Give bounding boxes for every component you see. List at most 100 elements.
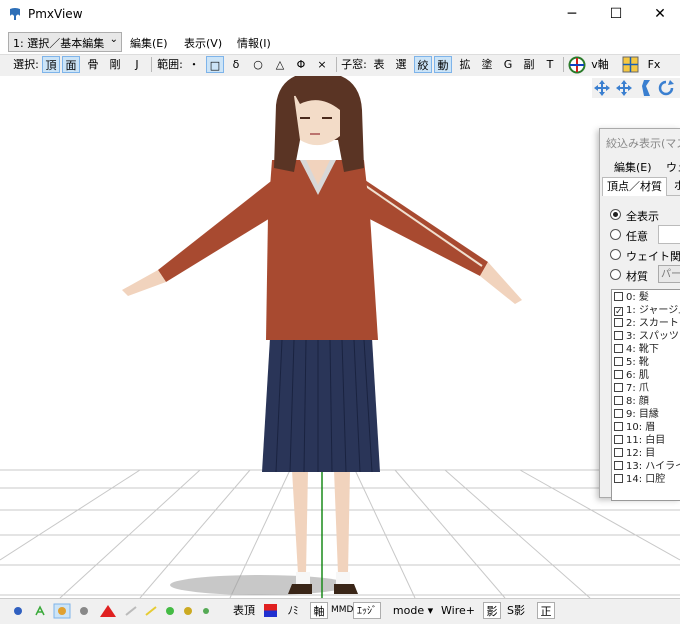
list-item[interactable]: 2: スカート — [614, 317, 679, 330]
front-view-button[interactable]: 正 — [537, 602, 555, 619]
menu-info[interactable]: 情報(I) — [237, 35, 271, 51]
filter-menu-weight[interactable]: ウェ — [666, 159, 680, 175]
axis-gizmo-icon[interactable] — [568, 56, 586, 74]
fx-button[interactable]: Fx — [644, 56, 664, 73]
list-item[interactable]: 5: 靴 — [614, 356, 649, 369]
child-sub-button[interactable]: 副 — [520, 56, 538, 73]
child-move-button[interactable]: 動 — [434, 56, 452, 73]
list-item[interactable]: 6: 肌 — [614, 369, 649, 382]
range-rect-button[interactable]: □ — [206, 56, 224, 73]
arbitrary-input[interactable] — [658, 225, 680, 244]
close-button[interactable]: ✕ — [640, 0, 680, 28]
mmd-button[interactable]: MMD — [331, 602, 353, 619]
maximize-button[interactable]: ☐ — [596, 0, 636, 28]
list-item[interactable]: 8: 顔 — [614, 395, 649, 408]
list-item[interactable]: 12: 目 — [614, 447, 655, 460]
child-select-button[interactable]: 選 — [392, 56, 410, 73]
checkbox[interactable] — [614, 448, 623, 457]
range-delta-button[interactable]: δ — [228, 56, 244, 73]
shadow-button[interactable]: 影 — [483, 602, 501, 619]
list-item[interactable]: 14: 口腔 — [614, 473, 665, 486]
filter-menu-edit[interactable]: 編集(E) — [614, 159, 652, 175]
axis-button[interactable]: 軸 — [310, 602, 328, 619]
edge-button[interactable]: ｴｯｼﾞ — [353, 602, 381, 619]
grid-toggle-icon[interactable] — [622, 56, 639, 73]
checkbox[interactable] — [614, 292, 623, 301]
range-triangle-button[interactable]: △ — [272, 56, 288, 73]
bottom-display-toggle-icons[interactable] — [10, 603, 210, 619]
checkbox[interactable] — [614, 318, 623, 327]
tab-bone[interactable]: ボ — [670, 177, 680, 195]
list-item[interactable]: 9: 目縁 — [614, 408, 659, 421]
checkbox[interactable] — [614, 422, 623, 431]
material-list[interactable]: 0: 髪 ✓1: ジャージ上 2: スカート 3: スパッツ 4: 靴下 5: … — [611, 289, 680, 501]
checkbox[interactable] — [614, 396, 623, 405]
view-navigation-icons[interactable] — [592, 78, 680, 98]
range-point-button[interactable]: ・ — [186, 56, 202, 73]
list-item[interactable]: 3: スパッツ — [614, 330, 679, 343]
checkbox[interactable] — [614, 357, 623, 366]
checkbox-checked[interactable]: ✓ — [614, 307, 623, 317]
table-vertex-button[interactable]: 表頂 — [232, 602, 256, 619]
chevron-down-icon: ⌄ — [109, 34, 118, 45]
app-icon — [10, 8, 20, 20]
window-title: PmxView — [28, 7, 83, 21]
child-t-button[interactable]: T — [542, 56, 558, 73]
select-joint-button[interactable]: J — [128, 56, 146, 73]
checkbox[interactable] — [614, 370, 623, 379]
material-parts-button[interactable]: パー — [658, 265, 680, 283]
range-circle-button[interactable]: ○ — [250, 56, 266, 73]
radio-show-all[interactable] — [610, 209, 621, 220]
model-scene — [0, 76, 680, 598]
toolbar-divider — [151, 57, 152, 72]
radio-arbitrary[interactable] — [610, 229, 621, 240]
list-item[interactable]: ✓1: ジャージ上 — [614, 304, 680, 317]
mode-select-value: 1: 選択／基本編集 — [13, 37, 105, 50]
child-window-label: 子窓: — [341, 58, 367, 71]
range-label: 範囲: — [157, 58, 183, 71]
list-item[interactable]: 0: 髪 — [614, 291, 649, 304]
list-item[interactable]: 4: 靴下 — [614, 343, 659, 356]
child-table-button[interactable]: 表 — [370, 56, 388, 73]
checkbox[interactable] — [614, 474, 623, 483]
checkbox[interactable] — [614, 383, 623, 392]
mode-select[interactable]: 1: 選択／基本編集 ⌄ — [8, 32, 122, 52]
child-g-button[interactable]: G — [500, 56, 516, 73]
child-scale-button[interactable]: 拡 — [456, 56, 474, 73]
radio-weight-related[interactable] — [610, 249, 621, 260]
checkbox[interactable] — [614, 409, 623, 418]
3d-viewport[interactable] — [0, 76, 680, 598]
list-item[interactable]: 13: ハイライト — [614, 460, 680, 473]
select-label: 選択: — [13, 58, 39, 71]
nomi-button[interactable]: ﾉﾐ — [283, 602, 303, 619]
checkbox[interactable] — [614, 344, 623, 353]
minimize-button[interactable]: ─ — [552, 0, 592, 28]
select-rigid-button[interactable]: 剛 — [106, 56, 124, 73]
child-paint-button[interactable]: 塗 — [478, 56, 496, 73]
select-bone-button[interactable]: 骨 — [84, 56, 102, 73]
list-item[interactable]: 10: 眉 — [614, 421, 655, 434]
child-filter-button[interactable]: 絞 — [414, 56, 432, 73]
menu-view[interactable]: 表示(V) — [184, 35, 222, 51]
range-phi-button[interactable]: Φ — [293, 56, 309, 73]
filter-display-window[interactable]: 絞込み表示(マス 編集(E) ウェ 頂点／材質 ボ 全表示 任意 ウェイト関連 … — [599, 128, 680, 501]
list-item[interactable]: 11: 白目 — [614, 434, 665, 447]
checkbox[interactable] — [614, 331, 623, 340]
tab-vertex-material[interactable]: 頂点／材質 — [602, 177, 667, 196]
wire-plus-button[interactable]: Wire+ — [440, 602, 476, 619]
checkbox[interactable] — [614, 461, 623, 470]
color-swatch-icon[interactable] — [264, 604, 277, 617]
menu-edit[interactable]: 編集(E) — [130, 35, 168, 51]
self-shadow-button[interactable]: S影 — [505, 602, 527, 619]
radio-arbitrary-label: 任意 — [626, 230, 648, 243]
range-clear-button[interactable]: × — [314, 56, 330, 73]
list-item[interactable]: 7: 爪 — [614, 382, 649, 395]
radio-material[interactable] — [610, 269, 621, 280]
radio-material-label: 材質 — [626, 270, 648, 283]
mode-dropdown[interactable]: mode ▾ — [390, 602, 436, 619]
select-vertex-button[interactable]: 頂 — [42, 56, 60, 73]
v-axis-button[interactable]: v軸 — [588, 56, 612, 73]
select-face-button[interactable]: 面 — [62, 56, 80, 73]
radio-show-all-label: 全表示 — [626, 210, 659, 223]
checkbox[interactable] — [614, 435, 623, 444]
